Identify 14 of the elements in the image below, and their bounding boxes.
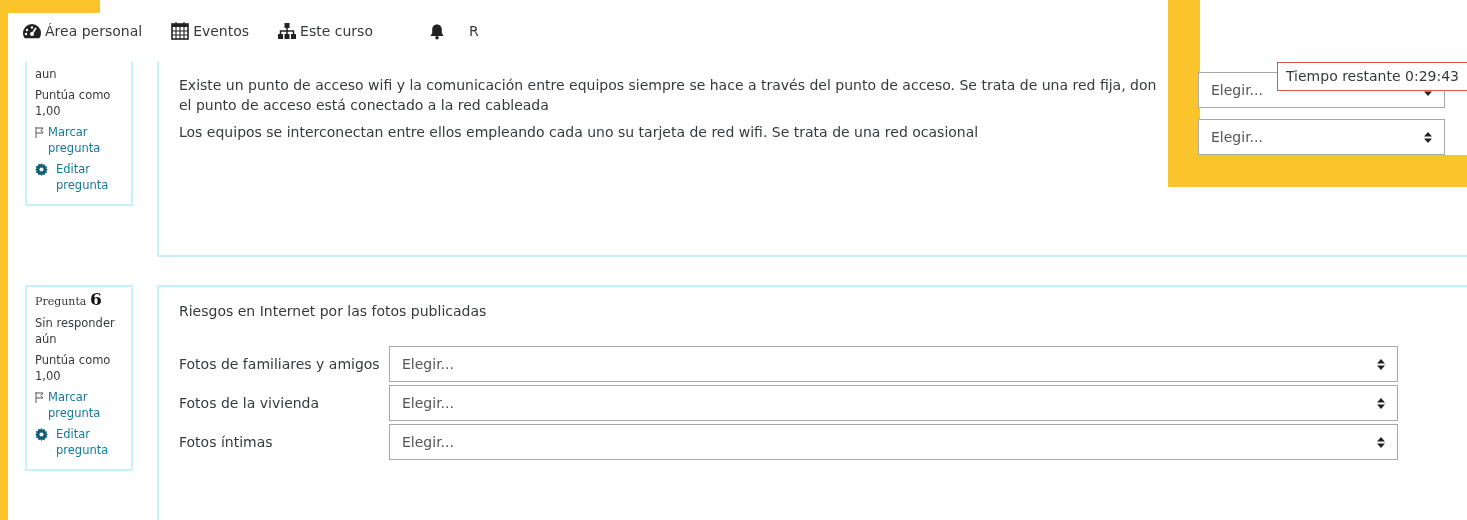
answer-text: el punto de acceso está conectado a la red cableada xyxy=(179,96,550,115)
question-status: Sin responder aún xyxy=(35,315,116,347)
question-number-label: Pregunta xyxy=(35,295,87,308)
question-status: aun xyxy=(35,66,58,82)
question-marks: Puntúa como 1,00 xyxy=(35,87,112,119)
answer-text: Fotos íntimas xyxy=(179,433,274,452)
question-marks: Puntúa como 1,00 xyxy=(35,352,112,384)
question-number: 6 xyxy=(90,289,102,309)
answer-text: Fotos de la vivienda xyxy=(179,394,321,413)
answer-text: Los equipos se interconectan entre ellos empleando cada uno su tarjeta de red wifi. Se trata de una red ocasional xyxy=(179,123,979,142)
question-prompt: Riesgos en Internet por las fotos publicadas xyxy=(179,302,488,321)
time-remaining-tooltip: Tiempo restante 0:29:43 xyxy=(1277,62,1467,91)
answer-text: Existe un punto de acceso wifi y la comunicación entre equipos siempre se hace a través del punto de acceso. Se trata de una red fija, don xyxy=(179,76,1157,95)
answer-text: Fotos de familiares y amigos xyxy=(179,355,381,374)
